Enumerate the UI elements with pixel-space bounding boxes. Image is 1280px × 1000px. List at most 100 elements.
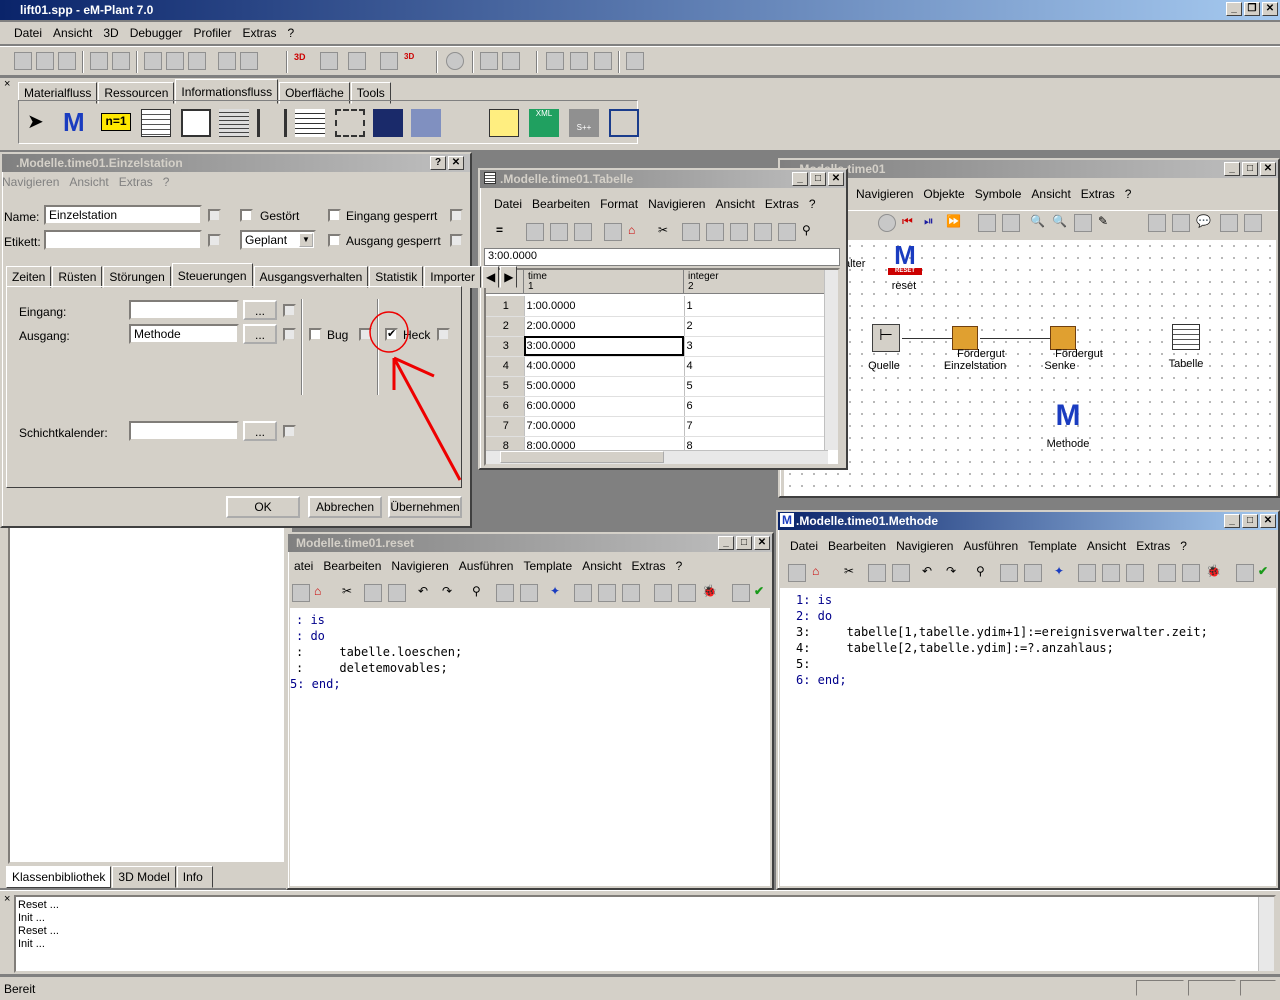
generator-icon[interactable] [335, 109, 365, 137]
pencil-icon[interactable]: ✎ [1098, 214, 1116, 232]
table-cell[interactable]: 2 [684, 316, 828, 337]
save-all-icon[interactable] [112, 52, 130, 70]
tab-klassenbibliothek[interactable]: Klassenbibliothek [6, 866, 112, 888]
copy-icon[interactable] [868, 564, 886, 582]
tools-icon[interactable] [188, 52, 206, 70]
ausgang-control-inherit-checkbox[interactable] [283, 328, 296, 341]
menu-ansicht[interactable]: Ansicht [53, 26, 92, 40]
binoculars-icon[interactable]: ⚲ [472, 584, 490, 602]
class-library-tree[interactable] [8, 524, 286, 864]
minimize-button[interactable]: _ [1224, 514, 1240, 528]
report-icon[interactable] [594, 52, 612, 70]
menu-help[interactable]: ? [1180, 539, 1187, 553]
chevron-right-icon[interactable]: ▶ [500, 266, 518, 288]
delete-row-icon[interactable] [730, 223, 748, 241]
close-button[interactable]: ✕ [754, 536, 770, 550]
3d-lob-icon[interactable]: 3D [404, 52, 422, 70]
menu-bearbeiten[interactable]: Bearbeiten [532, 197, 590, 211]
indent-icon[interactable] [654, 584, 672, 602]
senke-icon[interactable] [1050, 326, 1076, 350]
3d-open-icon[interactable] [348, 52, 366, 70]
table-cell[interactable]: 1:00.0000 [524, 296, 685, 317]
copy-icon[interactable] [364, 584, 382, 602]
bug-icon[interactable]: 🐞 [702, 584, 720, 602]
ausgang-browse-button[interactable]: ... [243, 324, 277, 344]
layout-icon[interactable] [166, 52, 184, 70]
table-cell[interactable]: 2:00.0000 [524, 316, 685, 337]
tab-zeiten[interactable]: Zeiten [6, 266, 52, 288]
ausgang-gesperrt-checkbox[interactable] [328, 234, 341, 247]
table-cell[interactable]: 4 [684, 356, 828, 377]
paste-icon[interactable] [388, 584, 406, 602]
minimize-button[interactable]: _ [1226, 2, 1242, 16]
einzelstation-icon[interactable] [952, 326, 978, 350]
tabelle-icon[interactable] [1172, 324, 1200, 350]
eingang-inherit-checkbox[interactable] [450, 209, 463, 222]
menu-bearbeiten[interactable]: Bearbeiten [323, 559, 381, 573]
horizontal-scrollbar[interactable] [486, 450, 828, 464]
table-row[interactable]: 6 6:00.0000 6 [486, 396, 828, 417]
table-cell[interactable]: 7 [684, 416, 828, 437]
new-icon[interactable] [14, 52, 32, 70]
zoom-out-icon[interactable]: 🔍 [1052, 214, 1070, 232]
tab-ausgangsverhalten[interactable]: Ausgangsverhalten [253, 266, 369, 288]
help-button[interactable]: ? [430, 156, 446, 170]
tablefile-icon[interactable] [141, 109, 171, 137]
table-row[interactable]: 7 7:00.0000 7 [486, 416, 828, 437]
apply-check-icon[interactable]: ✔ [1258, 564, 1276, 582]
methode-code-editor[interactable]: 1: is 2: do 3: tabelle[1,tabelle.ydim+1]… [780, 588, 1276, 886]
indent-icon[interactable] [1158, 564, 1176, 582]
print-icon[interactable] [574, 223, 592, 241]
template-icon[interactable] [732, 584, 750, 602]
tile-icon[interactable] [218, 52, 236, 70]
gestoert-checkbox[interactable] [240, 209, 253, 222]
dialog-icon[interactable] [181, 109, 211, 137]
menu-extras[interactable]: Extras [242, 26, 276, 40]
tab-steuerungen[interactable]: Steuerungen [171, 263, 253, 288]
etikett-input[interactable] [44, 230, 202, 250]
replace-icon[interactable] [1024, 564, 1042, 582]
ausgang-inherit-checkbox[interactable] [450, 234, 463, 247]
menu-help[interactable]: ? [676, 559, 683, 573]
comment-icon[interactable] [489, 109, 519, 137]
menu-navigieren[interactable]: Navigieren [391, 559, 448, 573]
menu-profiler[interactable]: Profiler [193, 26, 231, 40]
state-dropdown[interactable]: Geplant ▼ [240, 230, 316, 250]
tab-3d-model[interactable]: 3D Model [112, 866, 176, 888]
cell-edit-field[interactable]: 3:00.0000 [484, 248, 840, 266]
replace-icon[interactable] [520, 584, 538, 602]
undo-icon[interactable]: ↶ [418, 584, 436, 602]
cut-icon[interactable]: ✂ [658, 223, 676, 241]
column-header-time[interactable]: time 1 [524, 270, 684, 294]
zoom-in-icon[interactable]: 🔍 [1030, 214, 1048, 232]
binoculars-icon[interactable]: ⚲ [976, 564, 994, 582]
break-icon[interactable] [574, 584, 592, 602]
grid-b-icon[interactable] [502, 52, 520, 70]
close-icon[interactable]: × [4, 78, 10, 90]
column-header-integer[interactable]: integer 2 [684, 270, 828, 294]
table-cell[interactable]: 5 [684, 376, 828, 397]
binoculars-icon[interactable]: ⚲ [802, 223, 820, 241]
menu-datei[interactable]: atei [294, 559, 313, 573]
break-clear-icon[interactable] [1102, 564, 1120, 582]
menu-objekte[interactable]: Objekte [923, 187, 964, 201]
breakpoint-icon[interactable]: ✦ [550, 584, 568, 602]
schichtkalender-inherit-checkbox[interactable] [283, 425, 296, 438]
copy-icon[interactable] [682, 223, 700, 241]
menu-ansicht[interactable]: Ansicht [1031, 187, 1070, 201]
ok-button[interactable]: OK [226, 496, 300, 518]
connector-icon[interactable] [1148, 214, 1166, 232]
eingang-gesperrt-checkbox[interactable] [328, 209, 341, 222]
tab-statistik[interactable]: Statistik [369, 266, 424, 288]
menu-debugger[interactable]: Debugger [130, 26, 183, 40]
outdent-icon[interactable] [1182, 564, 1200, 582]
home-icon[interactable]: ⌂ [628, 223, 646, 241]
break-all-icon[interactable] [1126, 564, 1144, 582]
step-icon[interactable]: ⏯ [924, 214, 942, 232]
minimize-button[interactable]: _ [718, 536, 734, 550]
menu-extras[interactable]: Extras [119, 175, 153, 189]
undo-icon[interactable]: ↶ [922, 564, 940, 582]
calc-icon[interactable] [1074, 214, 1092, 232]
breakpoint-icon[interactable]: ✦ [1054, 564, 1072, 582]
menu-ausfuehren[interactable]: Ausführen [459, 559, 514, 573]
